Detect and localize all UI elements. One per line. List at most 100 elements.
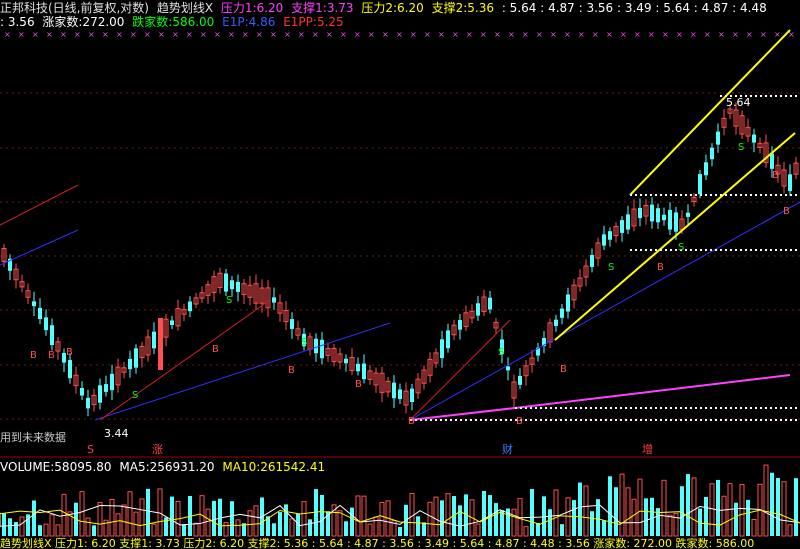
x-mark: × <box>354 30 361 39</box>
volume-bar <box>583 485 589 537</box>
x-mark: × <box>200 30 207 39</box>
volume-bar <box>781 481 787 537</box>
volume-bar <box>422 522 426 536</box>
volume-bar <box>284 504 288 536</box>
signal-mark: B <box>30 350 37 361</box>
volume-bar <box>301 501 307 537</box>
signal-mark: S <box>132 390 138 401</box>
volume-bar <box>787 524 793 537</box>
trend-line <box>99 299 271 421</box>
volume-bar <box>578 482 582 536</box>
volume-bar <box>746 499 750 536</box>
volume-bar <box>55 524 61 537</box>
volume-bar <box>475 523 481 537</box>
x-mark: × <box>396 30 403 39</box>
volume-bar <box>193 522 199 537</box>
volume-label: VOLUME: <box>0 460 55 474</box>
signal-mark: S <box>498 347 504 358</box>
candle-body <box>344 358 348 364</box>
volume-bar <box>344 521 348 536</box>
volume-bar <box>440 500 444 536</box>
x-mark: × <box>144 30 151 39</box>
candle-body <box>608 231 612 240</box>
candle-body <box>68 360 72 379</box>
volume-bar <box>49 514 55 537</box>
ma5-label: MA5: <box>119 460 150 474</box>
bottom-strip-text: 趋势划线X 压力1: 6.20 支撑1: 3.73 压力2: 6.20 支撑2:… <box>0 538 755 549</box>
volume-bar <box>602 520 606 536</box>
volume-bar <box>38 525 42 536</box>
volume-bar <box>751 518 757 537</box>
x-mark: × <box>410 30 417 39</box>
marker-s: S <box>87 443 94 456</box>
x-mark: × <box>466 30 473 39</box>
ma5-value: 256931.20 <box>149 460 215 474</box>
candle-body <box>698 174 702 195</box>
candle-body <box>362 363 366 380</box>
x-mark: × <box>102 30 109 39</box>
candle-body <box>50 325 54 345</box>
volume-bar <box>427 501 433 537</box>
volume-bar <box>631 498 637 537</box>
volume-bar <box>151 523 157 537</box>
x-mark: × <box>382 30 389 39</box>
low-price-label: 3.44 <box>104 427 129 440</box>
candle-body <box>44 317 48 331</box>
signal-mark: S <box>301 337 307 348</box>
signal-mark: B <box>288 365 295 376</box>
volume-bar <box>625 487 631 537</box>
x-mark: × <box>522 30 529 39</box>
candle-body <box>446 330 450 349</box>
volume-bar <box>361 495 367 537</box>
volume-bar <box>289 518 295 537</box>
candle-body <box>32 301 36 307</box>
volume-bar <box>523 526 529 537</box>
candle-body <box>440 339 444 359</box>
candle-body <box>230 280 234 290</box>
marker-zhang: 涨 <box>152 443 163 456</box>
volume-bar <box>2 513 6 536</box>
candle-body <box>770 153 774 169</box>
x-mark: × <box>634 30 641 39</box>
x-mark: × <box>676 30 683 39</box>
x-mark: × <box>564 30 571 39</box>
volume-bar <box>511 508 517 537</box>
volume-value: 58095.80 <box>54 460 112 474</box>
signal-mark: S <box>678 242 684 253</box>
volume-bar <box>644 498 648 536</box>
signal-mark: S <box>608 262 614 273</box>
x-mark: × <box>508 30 515 39</box>
candlesticks <box>1 102 799 417</box>
volume-bar <box>121 504 127 537</box>
volume-bar <box>590 511 594 536</box>
candle-body <box>560 308 564 318</box>
x-mark: × <box>74 30 81 39</box>
volume-bar <box>308 519 312 536</box>
volume-bar <box>650 497 654 536</box>
candle-body <box>272 297 276 303</box>
x-mark: × <box>704 30 711 39</box>
x-mark: × <box>480 30 487 39</box>
bottom-indicator-strip: 趋势划线X 压力1: 6.20 支撑1: 3.73 压力2: 6.20 支撑2:… <box>0 538 800 549</box>
candle-body <box>134 348 138 368</box>
candle-body <box>224 273 228 292</box>
volume-bar <box>97 502 103 537</box>
ma10-value: 261542.41 <box>260 460 326 474</box>
trend-line <box>554 132 796 341</box>
x-mark: × <box>88 30 95 39</box>
candle-body <box>662 214 666 221</box>
signal-mark: B <box>772 170 779 181</box>
trend-line <box>0 229 79 266</box>
x-mark: × <box>592 30 599 39</box>
candle-body <box>626 214 630 230</box>
candle-body <box>686 212 690 217</box>
candle-body <box>314 338 318 354</box>
high-price-label: 5.64 <box>726 96 751 109</box>
volume-bar <box>230 501 234 536</box>
candle-body <box>320 339 324 359</box>
trend-line <box>629 29 791 196</box>
trend-line <box>0 184 79 226</box>
candle-body <box>788 174 792 191</box>
volume-header: VOLUME:58095.80 MA5:256931.20 MA10:26154… <box>0 460 329 474</box>
volume-bar <box>445 493 451 537</box>
